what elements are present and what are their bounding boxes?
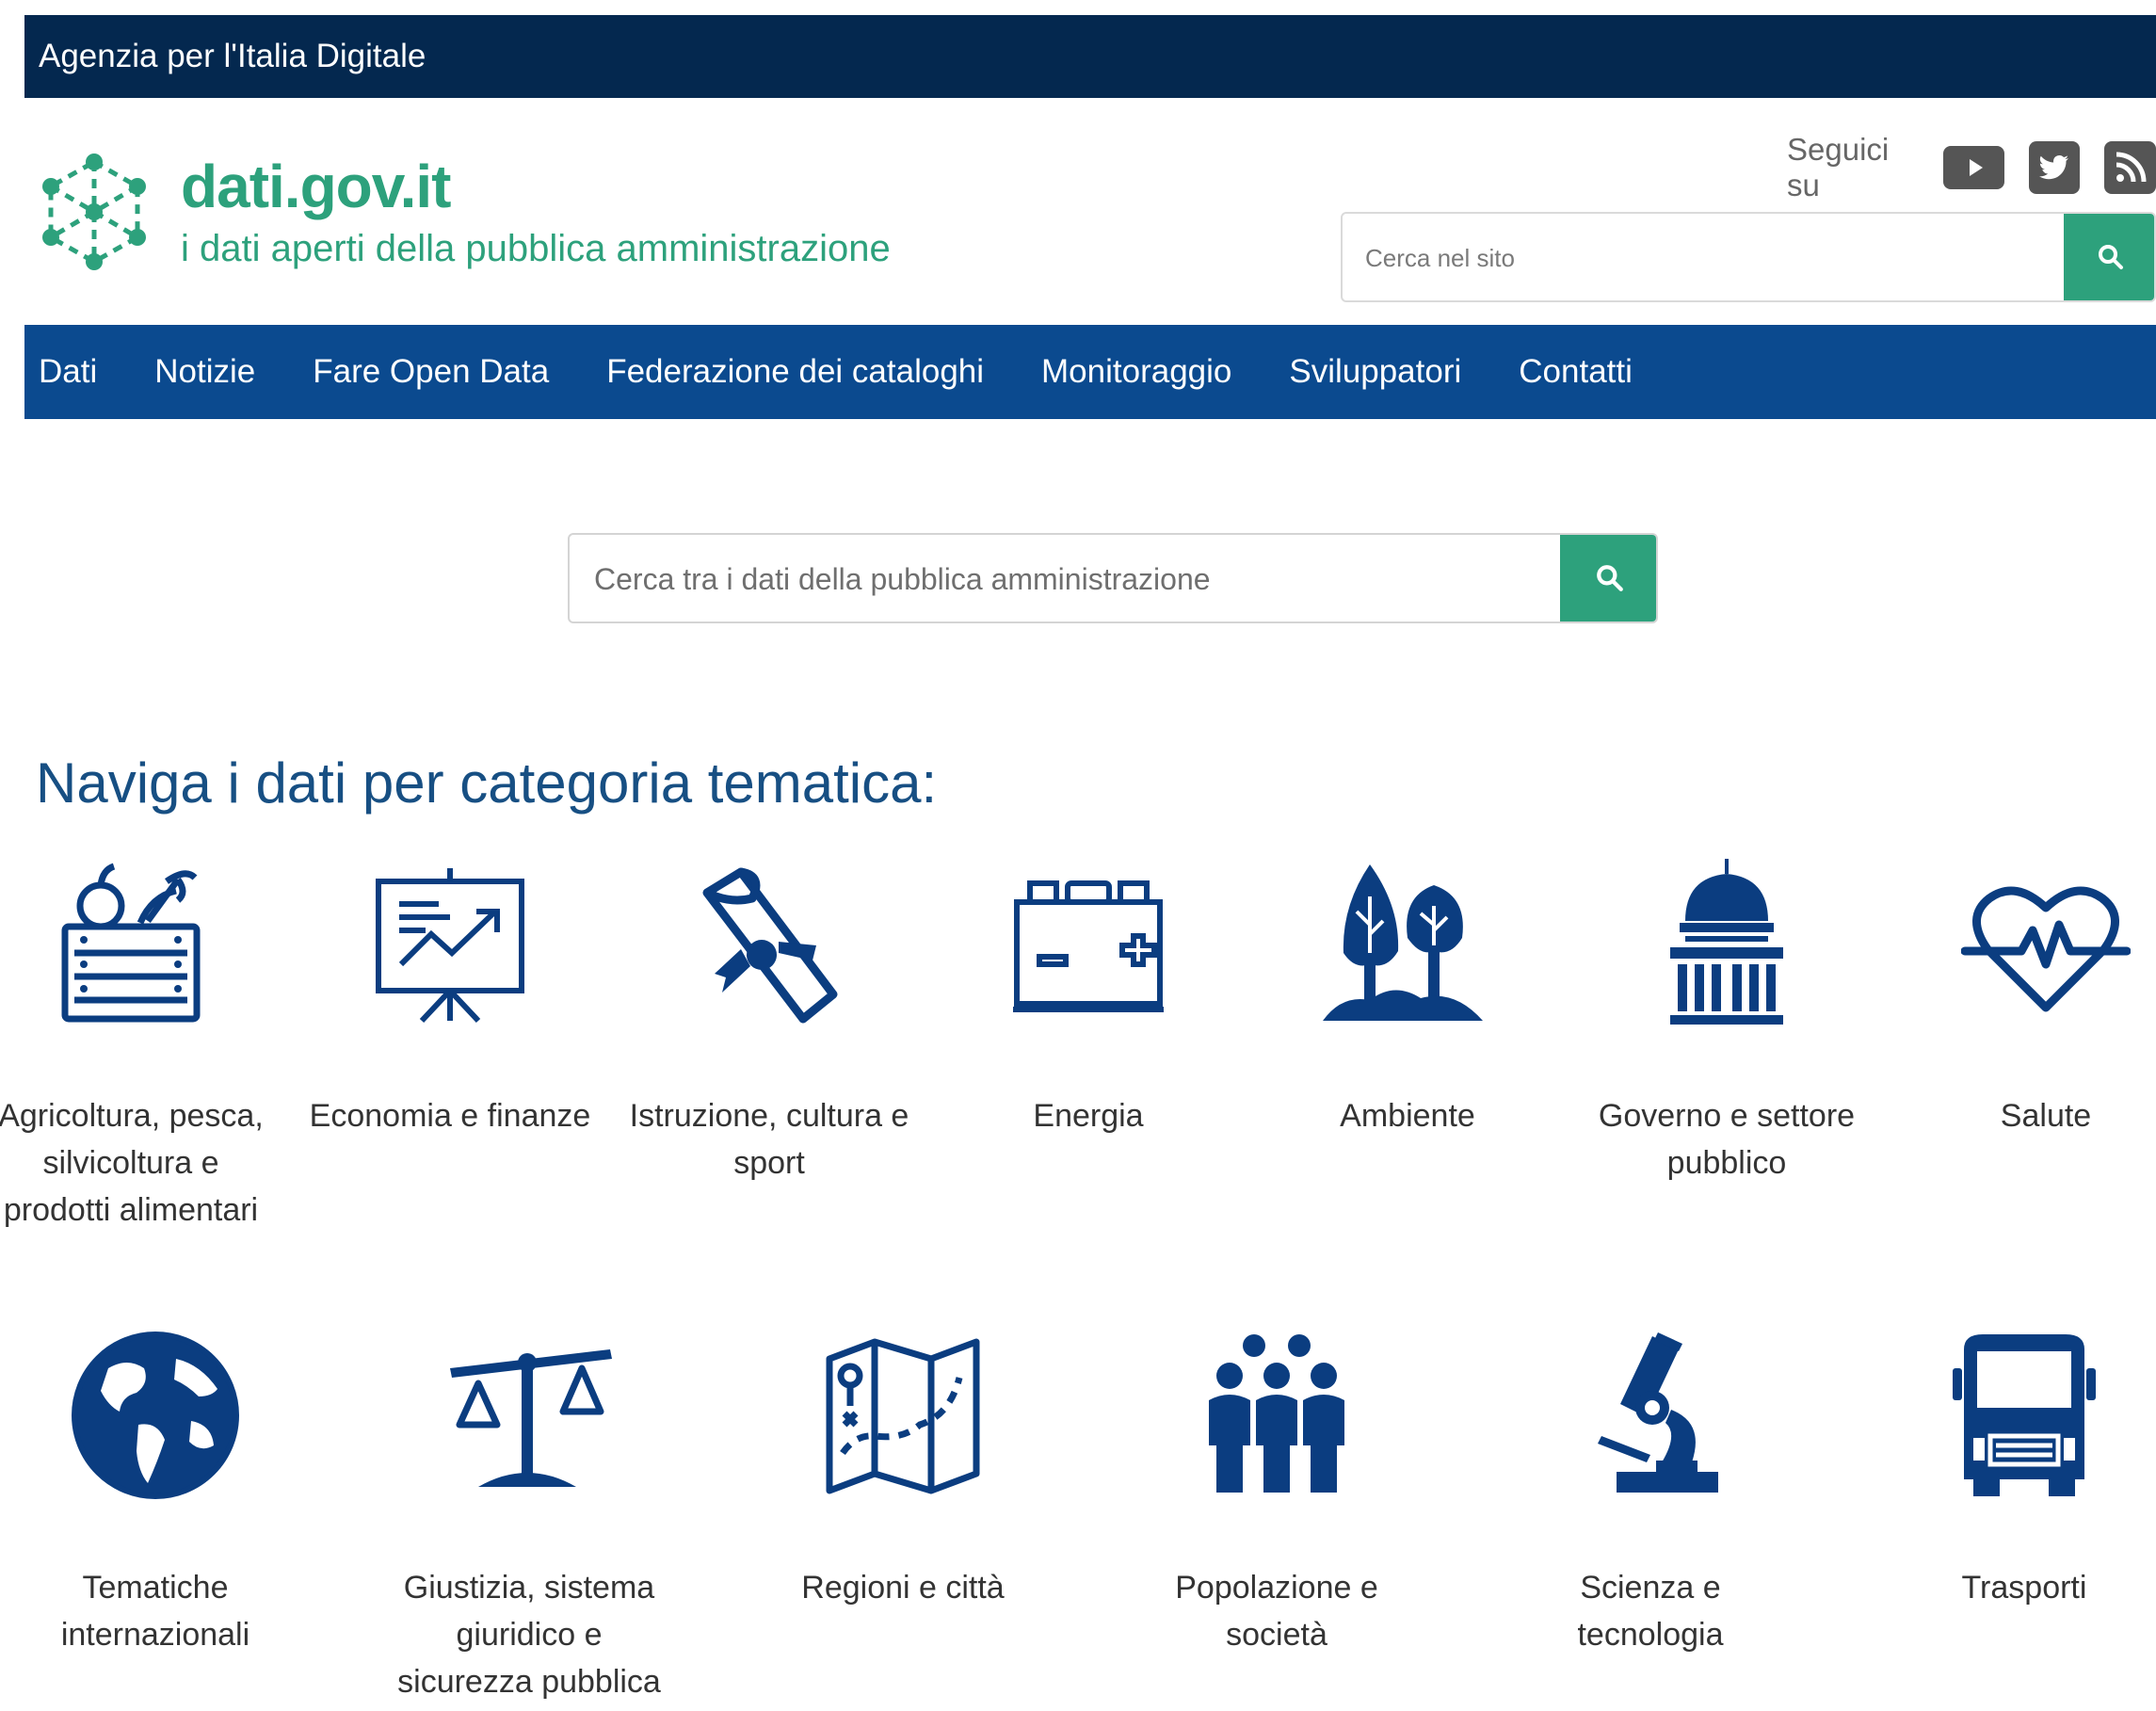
- category-label[interactable]: Governo e settore pubblico: [1585, 1092, 1868, 1186]
- category-label[interactable]: Trasporti: [1883, 1564, 2156, 1611]
- nav-dati[interactable]: Dati: [39, 353, 97, 391]
- nav-federazione-cataloghi[interactable]: Federazione dei cataloghi: [606, 353, 984, 391]
- category-label[interactable]: Regioni e città: [762, 1564, 1044, 1611]
- rss-icon[interactable]: [2104, 141, 2156, 194]
- nav-fare-open-data[interactable]: Fare Open Data: [313, 353, 549, 391]
- site-name[interactable]: dati.gov.it: [181, 151, 451, 222]
- category-label[interactable]: Tematiche internazionali: [14, 1564, 297, 1658]
- categories-heading: Naviga i dati per categoria tematica:: [36, 751, 938, 815]
- twitter-icon[interactable]: [2028, 141, 2081, 194]
- scales-icon[interactable]: [444, 1331, 614, 1500]
- category-label[interactable]: Salute: [1905, 1092, 2156, 1139]
- nav-contatti[interactable]: Contatti: [1519, 353, 1633, 391]
- dataset-search-input[interactable]: [570, 535, 1585, 621]
- battery-icon[interactable]: [1004, 859, 1173, 1028]
- presentation-chart-icon[interactable]: [365, 859, 535, 1028]
- main-navbar: Dati Notizie Fare Open Data Federazione …: [24, 325, 2156, 419]
- social-label: Seguici su: [1787, 132, 1890, 202]
- dataset-search-button[interactable]: [1560, 535, 1656, 621]
- agency-title[interactable]: Agenzia per l'Italia Digitale: [39, 38, 426, 74]
- map-icon[interactable]: [818, 1331, 988, 1500]
- category-label[interactable]: Istruzione, cultura e sport: [628, 1092, 910, 1186]
- site-search-box: [1341, 212, 2156, 302]
- site-tagline: i dati aperti della pubblica amministraz…: [181, 228, 891, 269]
- category-label[interactable]: Economia e finanze: [309, 1092, 591, 1139]
- capitol-building-icon[interactable]: [1642, 859, 1811, 1028]
- category-label[interactable]: Scienza e tecnologia: [1509, 1564, 1792, 1658]
- category-label[interactable]: Agricoltura, pesca, silvicoltura e prodo…: [0, 1092, 272, 1234]
- diploma-scroll-icon[interactable]: [684, 859, 854, 1028]
- site-search-input[interactable]: [1343, 214, 2083, 300]
- category-label[interactable]: Popolazione e società: [1135, 1564, 1418, 1658]
- search-icon: [2099, 245, 2123, 269]
- nav-monitoraggio[interactable]: Monitoraggio: [1041, 353, 1231, 391]
- nav-sviluppatori[interactable]: Sviluppatori: [1289, 353, 1461, 391]
- trees-icon[interactable]: [1323, 859, 1492, 1028]
- category-label[interactable]: Energia: [947, 1092, 1230, 1139]
- site-search-button[interactable]: [2064, 214, 2154, 300]
- microscope-icon[interactable]: [1566, 1331, 1735, 1500]
- globe-icon[interactable]: [71, 1331, 240, 1500]
- social-links: Seguici su: [1787, 132, 2156, 202]
- dati-network-logo-icon[interactable]: [34, 151, 154, 275]
- agriculture-crate-icon[interactable]: [46, 859, 216, 1028]
- category-label[interactable]: Giustizia, sistema giuridico e sicurezza…: [388, 1564, 670, 1705]
- heartbeat-icon[interactable]: [1961, 859, 2131, 1028]
- dataset-search-box: [568, 533, 1658, 623]
- search-icon: [1597, 565, 1623, 591]
- truck-icon[interactable]: [1939, 1331, 2109, 1500]
- agency-topbar[interactable]: Agenzia per l'Italia Digitale: [24, 15, 2156, 98]
- nav-notizie[interactable]: Notizie: [154, 353, 255, 391]
- people-group-icon[interactable]: [1192, 1331, 1361, 1500]
- youtube-icon[interactable]: [1943, 146, 2004, 189]
- category-label[interactable]: Ambiente: [1266, 1092, 1549, 1139]
